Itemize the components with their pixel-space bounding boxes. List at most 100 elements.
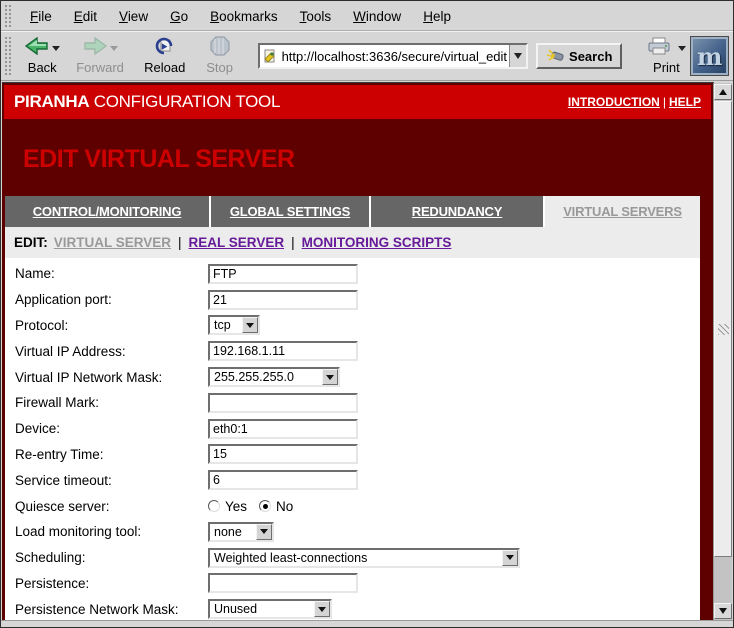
reload-icon bbox=[154, 36, 176, 61]
back-dropdown-icon[interactable] bbox=[52, 46, 60, 51]
help-link[interactable]: HELP bbox=[669, 95, 701, 109]
name-label: Name: bbox=[15, 266, 208, 281]
form-row-load-monitor: Load monitoring tool: none bbox=[15, 519, 700, 545]
menu-bar: File Edit View Go Bookmarks Tools Window… bbox=[1, 1, 733, 31]
quiesce-yes-label: Yes bbox=[225, 499, 247, 514]
menu-edit[interactable]: Edit bbox=[63, 6, 108, 27]
url-bar[interactable]: http://localhost:3636/secure/virtual_edi… bbox=[258, 43, 528, 69]
reload-button[interactable]: Reload bbox=[140, 35, 190, 77]
page-content: PIRANHA CONFIGURATION TOOL INTRODUCTION|… bbox=[2, 82, 714, 621]
tab-redundancy[interactable]: REDUNDANCY bbox=[371, 196, 543, 227]
device-input[interactable] bbox=[208, 419, 358, 439]
subnav-separator: | bbox=[171, 235, 189, 250]
service-timeout-input[interactable] bbox=[208, 470, 358, 490]
form-row-name: Name: bbox=[15, 261, 700, 287]
edit-prefix: EDIT: bbox=[14, 235, 48, 250]
form-row-scheduling: Scheduling: Weighted least-connections bbox=[15, 545, 700, 571]
scrollbar-thumb[interactable] bbox=[714, 101, 732, 557]
arrow-down-icon bbox=[719, 608, 727, 614]
form-row-vip-mask: Virtual IP Network Mask: 255.255.255.0 bbox=[15, 364, 700, 390]
reload-label: Reload bbox=[144, 60, 185, 75]
form-row-quiesce: Quiesce server: Yes No bbox=[15, 493, 700, 519]
reentry-label: Re-entry Time: bbox=[15, 447, 208, 462]
protocol-value: tcp bbox=[210, 318, 242, 332]
vertical-scrollbar[interactable] bbox=[713, 83, 732, 621]
search-flashlight-icon bbox=[546, 48, 564, 64]
menu-file[interactable]: File bbox=[19, 6, 63, 27]
form-row-port: Application port: bbox=[15, 287, 700, 313]
persistence-mask-label: Persistence Network Mask: bbox=[15, 602, 208, 617]
app-title-rest: CONFIGURATION TOOL bbox=[89, 92, 280, 111]
print-button[interactable]: Print bbox=[642, 35, 690, 77]
form-row-protocol: Protocol: tcp bbox=[15, 313, 700, 339]
subnav-virtual-server: VIRTUAL SERVER bbox=[54, 235, 171, 250]
introduction-link[interactable]: INTRODUCTION bbox=[568, 95, 660, 109]
menu-tools[interactable]: Tools bbox=[289, 6, 343, 27]
persistence-netmask-select[interactable]: Unused bbox=[208, 599, 332, 619]
radio-dot bbox=[263, 504, 268, 509]
menu-bookmarks[interactable]: Bookmarks bbox=[199, 6, 289, 27]
dropdown-arrow-icon bbox=[256, 524, 272, 540]
scheduling-label: Scheduling: bbox=[15, 550, 208, 565]
firewall-mark-input[interactable] bbox=[208, 393, 358, 413]
scroll-down-button[interactable] bbox=[714, 603, 732, 619]
url-input[interactable]: http://localhost:3636/secure/virtual_edi… bbox=[280, 49, 509, 64]
application-port-input[interactable] bbox=[208, 290, 358, 310]
vip-label: Virtual IP Address: bbox=[15, 344, 208, 359]
forward-dropdown-icon bbox=[110, 46, 118, 51]
print-dropdown-icon[interactable] bbox=[678, 46, 686, 51]
firewall-mark-label: Firewall Mark: bbox=[15, 395, 208, 410]
piranha-banner: PIRANHA CONFIGURATION TOOL INTRODUCTION|… bbox=[4, 85, 711, 119]
thumb-grip-icon bbox=[718, 324, 729, 335]
form-row-firewall-mark: Firewall Mark: bbox=[15, 390, 700, 416]
toolbar-grip[interactable] bbox=[4, 4, 13, 28]
quiesce-label: Quiesce server: bbox=[15, 499, 208, 514]
dropdown-arrow-icon bbox=[322, 369, 338, 385]
forward-button[interactable]: Forward bbox=[72, 35, 128, 77]
stop-button[interactable]: Stop bbox=[196, 35, 244, 77]
subnav-monitoring-scripts-link[interactable]: MONITORING SCRIPTS bbox=[302, 235, 452, 250]
name-input[interactable] bbox=[208, 264, 358, 284]
link-separator: | bbox=[660, 95, 669, 109]
timeout-label: Service timeout: bbox=[15, 473, 208, 488]
vip-mask-label: Virtual IP Network Mask: bbox=[15, 370, 208, 385]
menu-view[interactable]: View bbox=[108, 6, 159, 27]
scheduling-select[interactable]: Weighted least-connections bbox=[208, 548, 520, 568]
search-button[interactable]: Search bbox=[536, 43, 622, 69]
dropdown-arrow-icon bbox=[502, 550, 518, 566]
form-row-persistence: Persistence: bbox=[15, 571, 700, 597]
mozilla-logo[interactable]: m bbox=[690, 36, 729, 76]
protocol-select[interactable]: tcp bbox=[208, 315, 260, 335]
back-button[interactable]: Back bbox=[18, 35, 66, 77]
form-row-persistence-mask: Persistence Network Mask: Unused bbox=[15, 596, 700, 621]
quiesce-radio-group: Yes No bbox=[208, 499, 305, 514]
virtual-ip-input[interactable] bbox=[208, 341, 358, 361]
scroll-up-button[interactable] bbox=[714, 84, 732, 100]
toolbar-grip[interactable] bbox=[4, 36, 12, 76]
bookmark-icon[interactable] bbox=[260, 49, 280, 63]
url-dropdown-button[interactable] bbox=[509, 45, 526, 67]
subnav-real-server-link[interactable]: REAL SERVER bbox=[189, 235, 285, 250]
vip-netmask-select[interactable]: 255.255.255.0 bbox=[208, 367, 340, 387]
scheduling-value: Weighted least-connections bbox=[210, 551, 502, 565]
load-monitor-select[interactable]: none bbox=[208, 522, 274, 542]
browser-window: File Edit View Go Bookmarks Tools Window… bbox=[0, 0, 734, 628]
quiesce-yes-radio[interactable] bbox=[208, 500, 220, 512]
banner-links: INTRODUCTION|HELP bbox=[568, 95, 701, 109]
menu-window[interactable]: Window bbox=[342, 6, 412, 27]
back-label: Back bbox=[28, 60, 57, 75]
quiesce-no-radio[interactable] bbox=[259, 500, 271, 512]
tab-bar: CONTROL/MONITORING GLOBAL SETTINGS REDUN… bbox=[5, 196, 700, 227]
menu-help[interactable]: Help bbox=[412, 6, 462, 27]
stop-icon bbox=[210, 36, 230, 61]
tab-virtual-servers[interactable]: VIRTUAL SERVERS bbox=[545, 196, 700, 227]
load-monitor-label: Load monitoring tool: bbox=[15, 524, 208, 539]
page-title: EDIT VIRTUAL SERVER bbox=[23, 145, 714, 174]
reentry-time-input[interactable] bbox=[208, 444, 358, 464]
form-row-vip: Virtual IP Address: bbox=[15, 338, 700, 364]
persistence-input[interactable] bbox=[208, 573, 358, 593]
dropdown-arrow-icon bbox=[314, 601, 330, 617]
menu-go[interactable]: Go bbox=[159, 6, 199, 27]
tab-global-settings[interactable]: GLOBAL SETTINGS bbox=[211, 196, 369, 227]
tab-control-monitoring[interactable]: CONTROL/MONITORING bbox=[5, 196, 209, 227]
